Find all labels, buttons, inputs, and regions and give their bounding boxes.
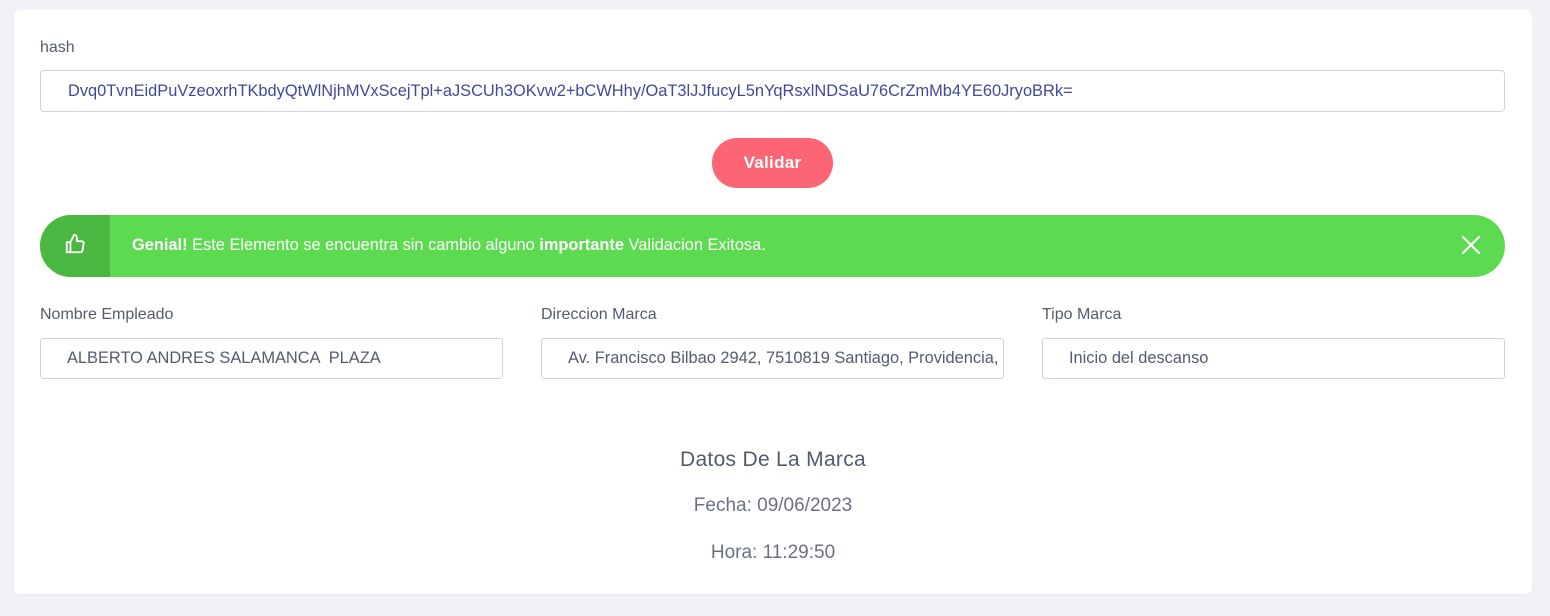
time-line: Hora: 11:29:50	[710, 542, 836, 563]
details-title: Datos De La Marca	[679, 448, 866, 471]
date-line: Fecha: 09/06/2023	[693, 495, 853, 516]
mark-type-field[interactable]	[1042, 338, 1505, 379]
close-icon[interactable]	[1461, 235, 1481, 255]
employee-field[interactable]	[40, 338, 503, 379]
type-label: Tipo Marca	[1042, 306, 1122, 323]
validation-card: hash Validar Genial! Este Elemento se en…	[14, 10, 1532, 594]
thumbs-up-icon	[64, 233, 86, 260]
hash-input[interactable]	[40, 70, 1505, 112]
address-label: Direccion Marca	[541, 306, 657, 323]
alert-text-part2: Validacion Exitosa.	[623, 236, 766, 254]
alert-message: Genial! Este Elemento se encuentra sin c…	[132, 236, 766, 255]
success-alert: Genial! Este Elemento se encuentra sin c…	[40, 215, 1505, 277]
alert-strong-prefix: Genial!	[132, 236, 188, 254]
alert-strong-mid: importante	[539, 236, 624, 254]
alert-text-part1: Este Elemento se encuentra sin cambio al…	[187, 236, 540, 254]
employee-label: Nombre Empleado	[40, 306, 174, 323]
validate-button[interactable]: Validar	[712, 138, 833, 188]
alert-icon-box	[40, 215, 110, 277]
hash-label: hash	[40, 39, 75, 56]
address-field[interactable]	[541, 338, 1004, 379]
